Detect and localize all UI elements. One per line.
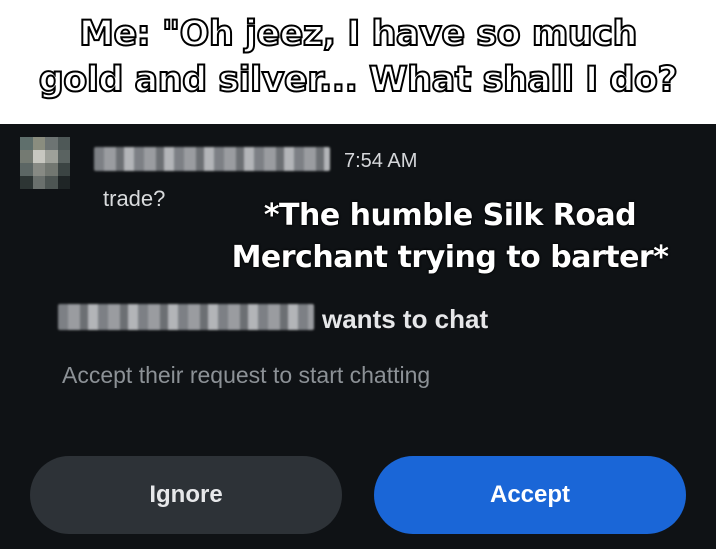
accept-button[interactable]: Accept [374,456,686,534]
blurred-requester-name [58,304,314,330]
overlay-caption-line-1: *The humble Silk Road [263,198,637,233]
top-caption-line-1: Me: "Oh jeez, I have so much [78,13,638,55]
last-message-text: trade? [103,186,166,211]
top-caption-line-2: gold and silver... What shall I do? [38,59,679,101]
overlay-caption-line-2: Merchant trying to barter* [231,240,669,275]
ignore-button[interactable]: Ignore [30,456,342,534]
chat-request-title: wants to chat [322,304,489,334]
avatar[interactable] [20,137,70,189]
blurred-username [94,147,330,171]
chat-request-subtext: Accept their request to start chatting [62,362,431,388]
message-timestamp: 7:54 AM [344,150,418,172]
